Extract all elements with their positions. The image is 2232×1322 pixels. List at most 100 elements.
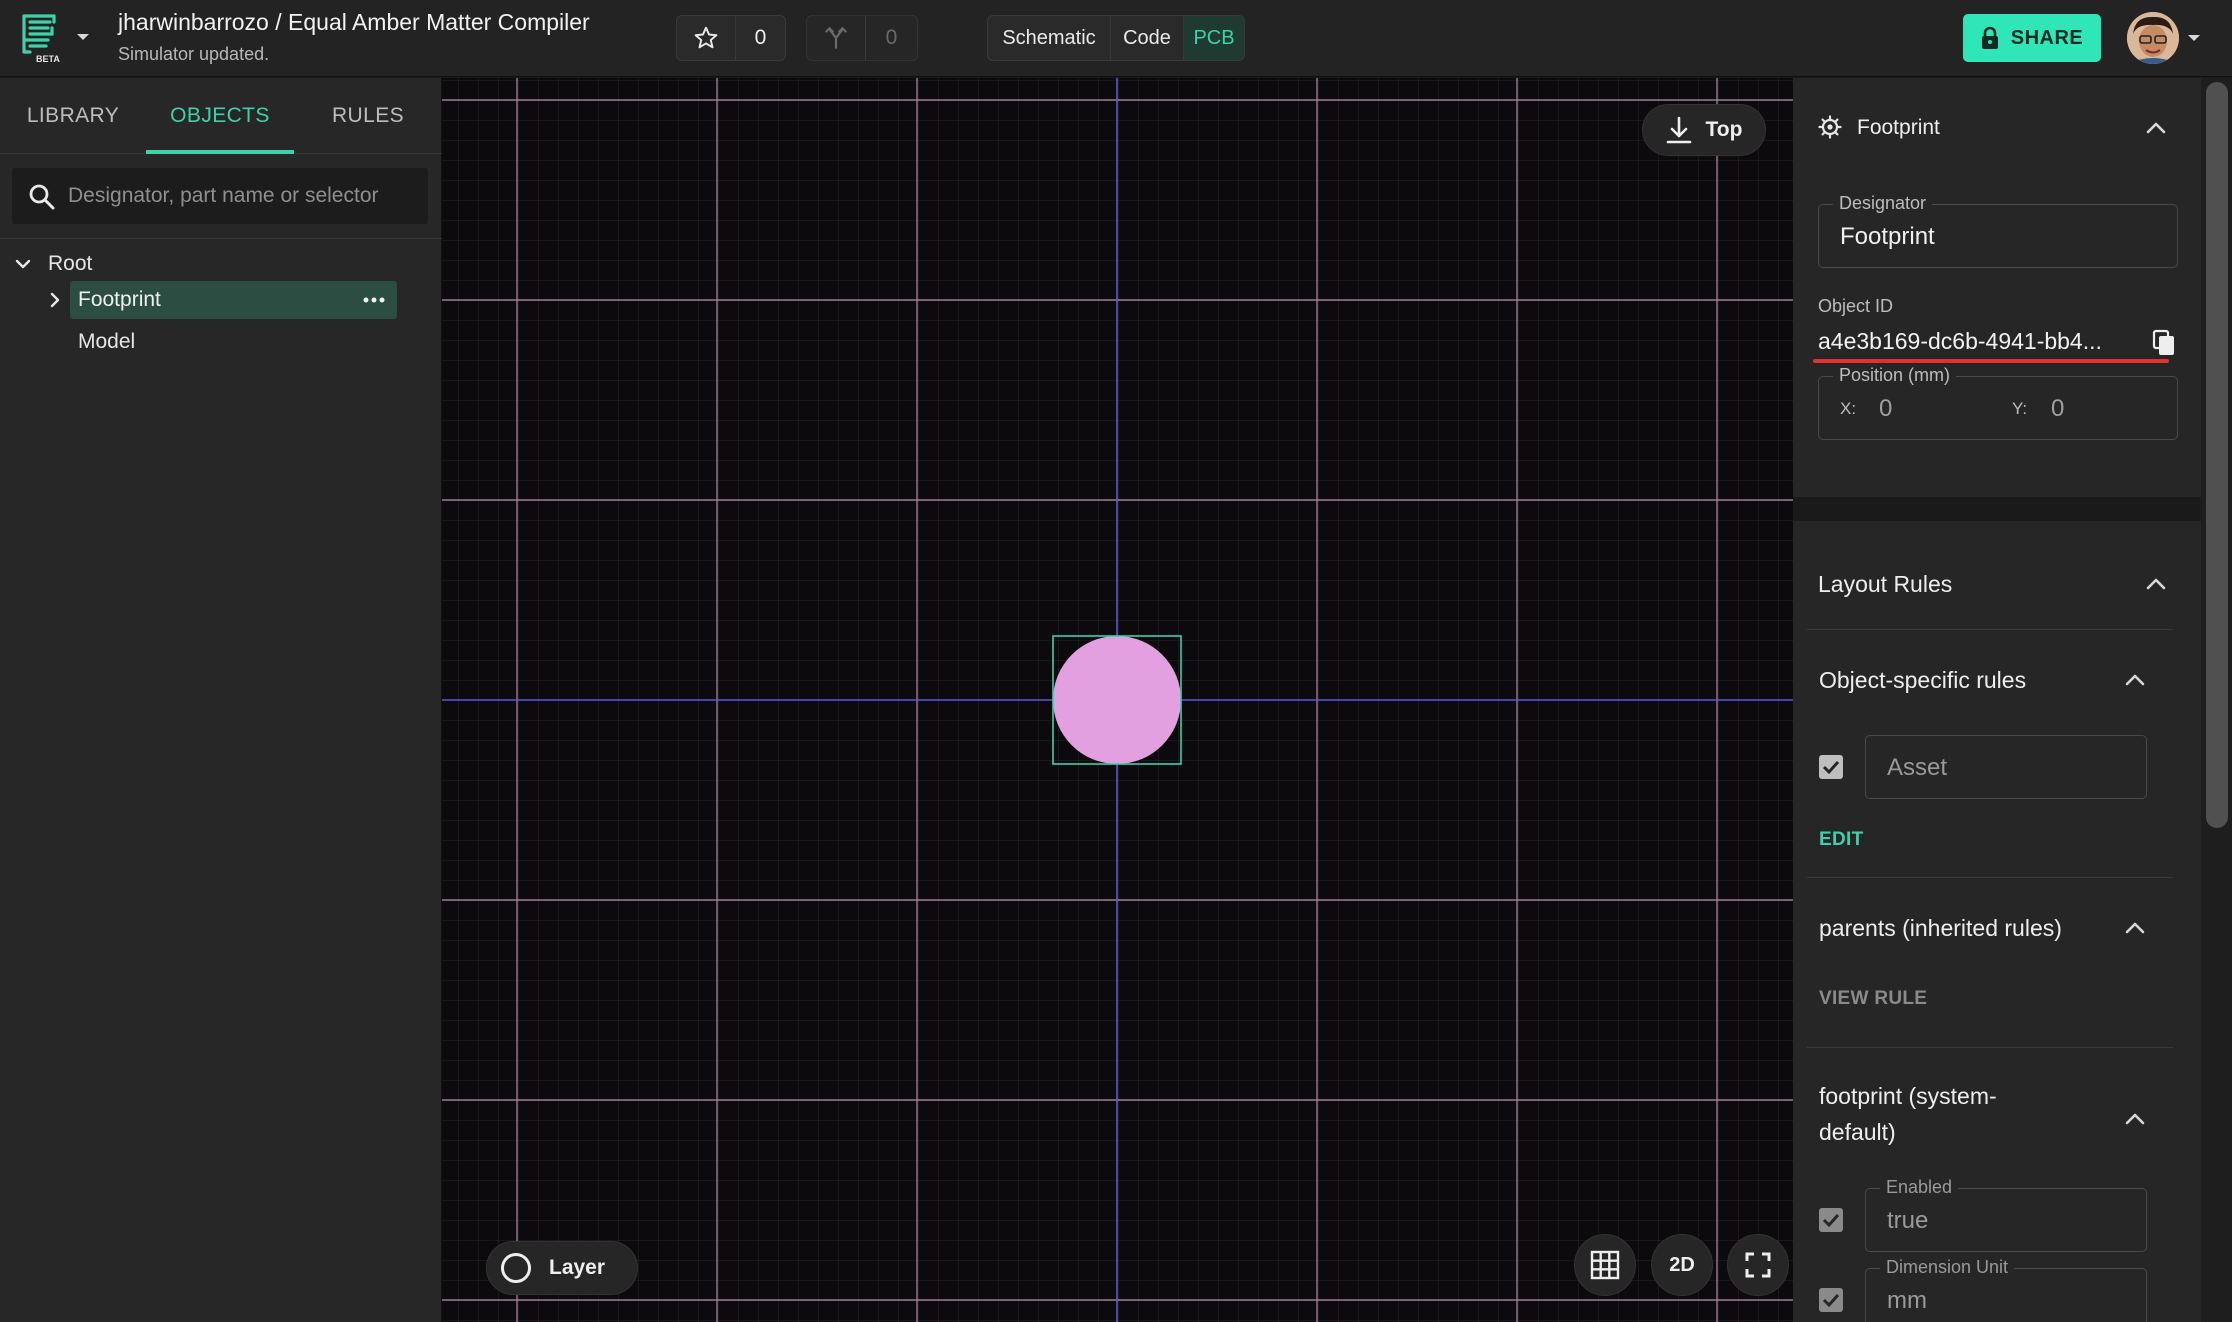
inherited-rules-title[interactable]: parents (inherited rules) xyxy=(1819,910,2062,946)
system-default-title-line2[interactable]: default) xyxy=(1819,1114,1896,1150)
position-x-label: X: xyxy=(1840,399,1857,418)
tree-root[interactable]: Root xyxy=(14,246,92,282)
download-arrow-icon xyxy=(1666,116,1691,144)
view-rule-button[interactable]: VIEW RULE xyxy=(1819,988,1927,1010)
asset-input[interactable]: Asset xyxy=(1865,735,2147,799)
layout-rules-card: Layout Rules Object-specific rules Asset xyxy=(1793,497,2201,1322)
layer-button[interactable]: Layer xyxy=(486,1241,638,1295)
svg-text:BETA: BETA xyxy=(36,54,60,64)
chevron-right-icon[interactable] xyxy=(48,291,62,309)
star-button[interactable] xyxy=(677,16,735,60)
view-mode-button[interactable]: 2D xyxy=(1651,1234,1713,1296)
system-default-title-line1[interactable]: footprint (system- xyxy=(1819,1078,1997,1114)
left-panel: LIBRARY OBJECTS RULES Root Footprint xyxy=(0,78,442,1322)
enabled-checkbox xyxy=(1819,1208,1843,1232)
position-x-input[interactable]: 0 xyxy=(1879,395,1892,423)
position-field: Position (mm) X: 0 Y: 0 xyxy=(1818,365,2178,440)
asset-placeholder: Asset xyxy=(1887,754,1948,781)
position-y-label: Y: xyxy=(2012,399,2028,418)
chevron-up-icon[interactable] xyxy=(2122,915,2148,941)
view-side-label: Top xyxy=(1705,118,1743,141)
share-label: SHARE xyxy=(2010,26,2084,49)
share-button[interactable]: SHARE xyxy=(1963,14,2101,62)
left-tabs: LIBRARY OBJECTS RULES xyxy=(0,78,442,154)
object-specific-rules-title[interactable]: Object-specific rules xyxy=(1819,662,2026,698)
tab-pcb[interactable]: PCB xyxy=(1184,16,1244,60)
logo-dropdown-icon[interactable] xyxy=(74,30,92,44)
star-count: 0 xyxy=(754,26,767,49)
fullscreen-button[interactable] xyxy=(1727,1234,1789,1296)
search-input[interactable] xyxy=(68,168,418,224)
tab-library[interactable]: LIBRARY xyxy=(0,78,146,154)
object-specific-rules-section: Object-specific rules Asset EDIT xyxy=(1807,629,2173,877)
pcb-canvas[interactable]: Top Layer 2D xyxy=(442,78,1793,1322)
fork-button[interactable] xyxy=(807,16,865,60)
enabled-label: Enabled xyxy=(1880,1177,1959,1198)
copy-icon[interactable] xyxy=(2149,328,2179,358)
user-menu-caret-icon[interactable] xyxy=(2186,32,2202,44)
asset-checkbox[interactable] xyxy=(1819,755,1843,779)
dimension-unit-label: Dimension Unit xyxy=(1880,1257,2015,1278)
chevron-down-icon[interactable] xyxy=(14,257,32,271)
object-id-highlight xyxy=(1813,359,2169,363)
fullscreen-icon xyxy=(1745,1252,1771,1278)
star-button-group: 0 xyxy=(676,15,786,61)
layout-rules-title[interactable]: Layout Rules xyxy=(1818,571,1952,598)
enabled-value: true xyxy=(1887,1207,1929,1234)
app-logo[interactable]: BETA xyxy=(18,12,66,64)
fork-count: 0 xyxy=(885,26,898,49)
tab-rules[interactable]: RULES xyxy=(294,78,442,154)
check-icon xyxy=(1822,1213,1840,1228)
grid-toggle-button[interactable] xyxy=(1574,1234,1636,1296)
designator-field[interactable]: Designator Footprint xyxy=(1818,193,2178,268)
search-icon xyxy=(29,184,55,210)
edit-rule-button[interactable]: EDIT xyxy=(1819,829,1863,851)
chevron-up-icon[interactable] xyxy=(2143,115,2169,141)
properties-panel: Footprint Designator Footprint Object ID… xyxy=(1793,78,2232,1322)
user-avatar[interactable] xyxy=(2127,12,2179,64)
chevron-up-icon[interactable] xyxy=(2143,571,2169,597)
position-y-input[interactable]: 0 xyxy=(2051,395,2064,423)
more-horizontal-icon xyxy=(363,297,385,303)
app-root: BETA jharwinbarrozo / Equal Amber Matter… xyxy=(0,0,2232,1322)
avatar-image xyxy=(2127,12,2179,64)
check-icon xyxy=(1822,760,1840,775)
chevron-up-icon[interactable] xyxy=(2122,1106,2148,1132)
check-icon xyxy=(1822,1293,1840,1308)
fork-icon xyxy=(825,26,847,49)
view-side-button[interactable]: Top xyxy=(1642,104,1766,156)
object-id-value: a4e3b169-dc6b-4941-bb4... xyxy=(1818,328,2102,354)
fork-button-group: 0 xyxy=(806,15,918,61)
more-options-button[interactable] xyxy=(359,285,389,315)
project-title[interactable]: jharwinbarrozo / Equal Amber Matter Comp… xyxy=(118,9,590,36)
tree-item-model[interactable]: Model xyxy=(78,330,135,354)
tree-root-label: Root xyxy=(48,252,93,275)
tab-objects[interactable]: OBJECTS xyxy=(146,78,294,154)
footprint-card: Footprint Designator Footprint Object ID… xyxy=(1793,78,2201,497)
designator-value: Footprint xyxy=(1840,223,1935,250)
view-switcher: Schematic Code PCB xyxy=(987,15,1245,61)
chevron-up-icon[interactable] xyxy=(2122,667,2148,693)
layer-circle-icon xyxy=(501,1253,531,1283)
system-default-rules-section: footprint (system- default) Enabled true xyxy=(1807,1047,2173,1322)
position-label: Position (mm) xyxy=(1833,365,1957,386)
inherited-rules-section: parents (inherited rules) VIEW RULE xyxy=(1807,877,2173,1047)
star-icon xyxy=(694,26,718,49)
object-search xyxy=(12,168,428,224)
project-status: Simulator updated. xyxy=(118,44,270,64)
active-tab-indicator xyxy=(146,150,294,154)
pcb-grid xyxy=(442,78,1793,1322)
top-bar: BETA jharwinbarrozo / Equal Amber Matter… xyxy=(0,0,2232,77)
object-id-label: Object ID xyxy=(1818,296,1894,316)
tab-code[interactable]: Code xyxy=(1111,16,1183,60)
gear-icon xyxy=(1818,115,1842,139)
tab-schematic[interactable]: Schematic xyxy=(988,16,1110,60)
scrollbar-thumb[interactable] xyxy=(2206,82,2228,828)
footprint-pad[interactable] xyxy=(1053,636,1181,764)
dimension-unit-value: mm xyxy=(1887,1287,1927,1314)
footprint-card-title: Footprint xyxy=(1857,116,1940,139)
tree-item-footprint[interactable]: Footprint xyxy=(50,281,397,319)
layer-label: Layer xyxy=(549,1256,606,1279)
footprint-card-header[interactable]: Footprint xyxy=(1793,78,2201,180)
enabled-field: Enabled true xyxy=(1865,1177,2147,1252)
